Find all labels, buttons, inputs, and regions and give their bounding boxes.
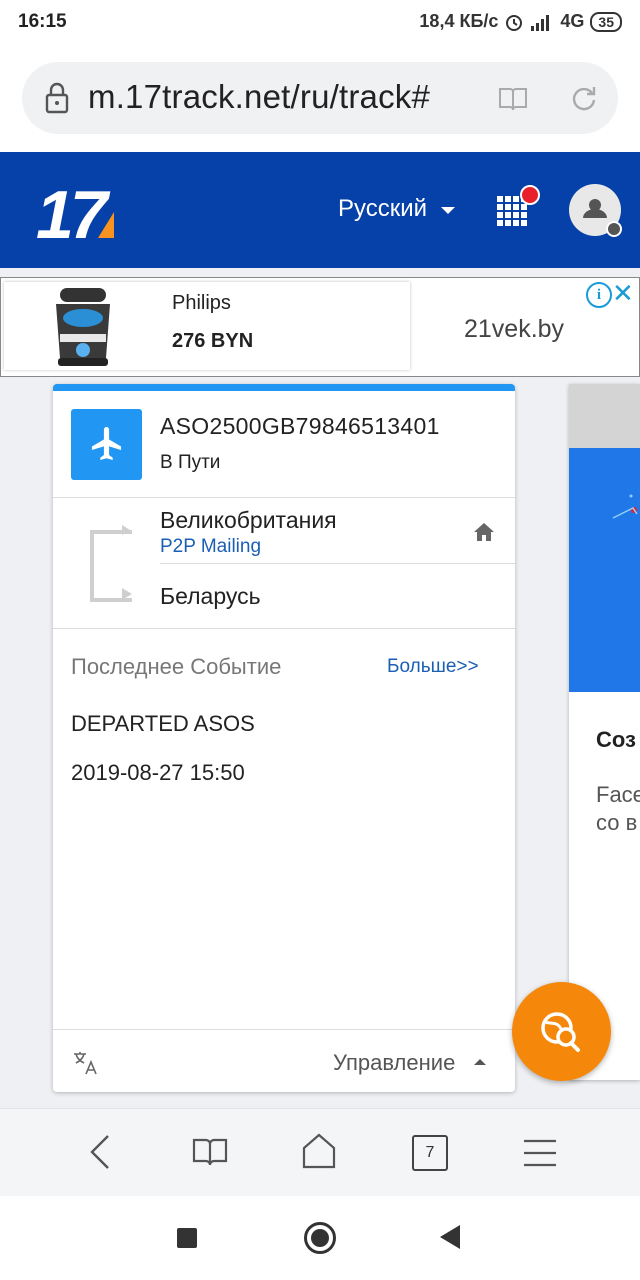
global-search-button[interactable] [512, 982, 611, 1081]
language-selector[interactable]: Русский [338, 195, 427, 223]
route-arrow-icon [122, 525, 130, 535]
bookmarks-icon[interactable] [192, 1137, 228, 1167]
battery-icon: 35 [590, 11, 622, 32]
status-time: 16:15 [18, 11, 67, 32]
menu-icon[interactable] [522, 1138, 558, 1168]
reload-icon[interactable] [570, 84, 598, 112]
home-icon[interactable] [472, 521, 496, 543]
reader-mode-icon[interactable] [498, 86, 528, 112]
tabs-button[interactable]: 7 [412, 1135, 448, 1171]
divider [53, 497, 515, 498]
tracking-status: В Пути [160, 452, 221, 473]
lock-icon [45, 82, 69, 114]
card-accent-bar [53, 384, 515, 391]
status-right: 18,4 КБ/с 4G 35 [419, 11, 622, 32]
side-card-image [569, 448, 640, 692]
avatar-status-dot [606, 221, 622, 237]
divider [53, 628, 515, 629]
signal-icon [531, 14, 550, 31]
close-icon[interactable]: ✕ [612, 278, 634, 309]
url-text[interactable]: m.17track.net/ru/track# [88, 78, 430, 116]
network-type: 4G [560, 11, 585, 31]
recent-apps-icon[interactable] [177, 1228, 197, 1248]
home-icon[interactable] [300, 1132, 338, 1170]
more-link[interactable]: Больше>> [387, 656, 479, 678]
notification-dot [520, 185, 540, 205]
transit-status-badge [71, 409, 142, 480]
vacuum-cleaner-image [56, 288, 110, 366]
system-home-icon-inner [311, 1229, 329, 1247]
ad-price: 276 BYN [172, 330, 254, 352]
origin-country: Великобритания [160, 507, 337, 533]
side-card-title: Соз [596, 727, 636, 752]
logo-accent [98, 212, 114, 238]
divider [53, 1029, 515, 1030]
last-event-date: 2019-08-27 15:50 [71, 760, 245, 785]
ad-brand: Philips [172, 292, 231, 314]
side-card-text: Face [596, 782, 640, 807]
tracking-number[interactable]: ASO2500GB79846513401 [160, 413, 440, 440]
divider [160, 563, 515, 564]
map-pin-icon [612, 494, 638, 519]
chevron-down-icon [441, 207, 455, 214]
route-arrow-icon [122, 588, 132, 600]
info-icon[interactable]: i [586, 282, 612, 308]
tracking-card[interactable] [53, 384, 515, 1092]
airplane-icon [91, 427, 122, 460]
side-card-text: со в [596, 810, 638, 835]
translate-icon[interactable] [72, 1050, 100, 1076]
ad-site[interactable]: 21vek.by [464, 315, 564, 344]
destination-country: Беларусь [160, 583, 261, 609]
alarm-icon [506, 14, 523, 31]
site-logo[interactable]: 17 [36, 176, 108, 254]
side-card-header [569, 384, 640, 448]
manage-button[interactable]: Управление [333, 1050, 455, 1076]
last-event-label: Последнее Событие [71, 654, 282, 679]
network-speed: 18,4 КБ/с [419, 11, 499, 31]
last-event-text: DEPARTED ASOS [71, 711, 255, 736]
status-bar: 16:15 18,4 КБ/с 4G 35 [0, 0, 640, 46]
carrier-link[interactable]: P2P Mailing [160, 536, 261, 558]
global-search-icon [541, 1012, 580, 1052]
chevron-up-icon [474, 1059, 486, 1065]
system-back-icon[interactable] [440, 1225, 460, 1249]
back-icon[interactable] [88, 1134, 112, 1170]
